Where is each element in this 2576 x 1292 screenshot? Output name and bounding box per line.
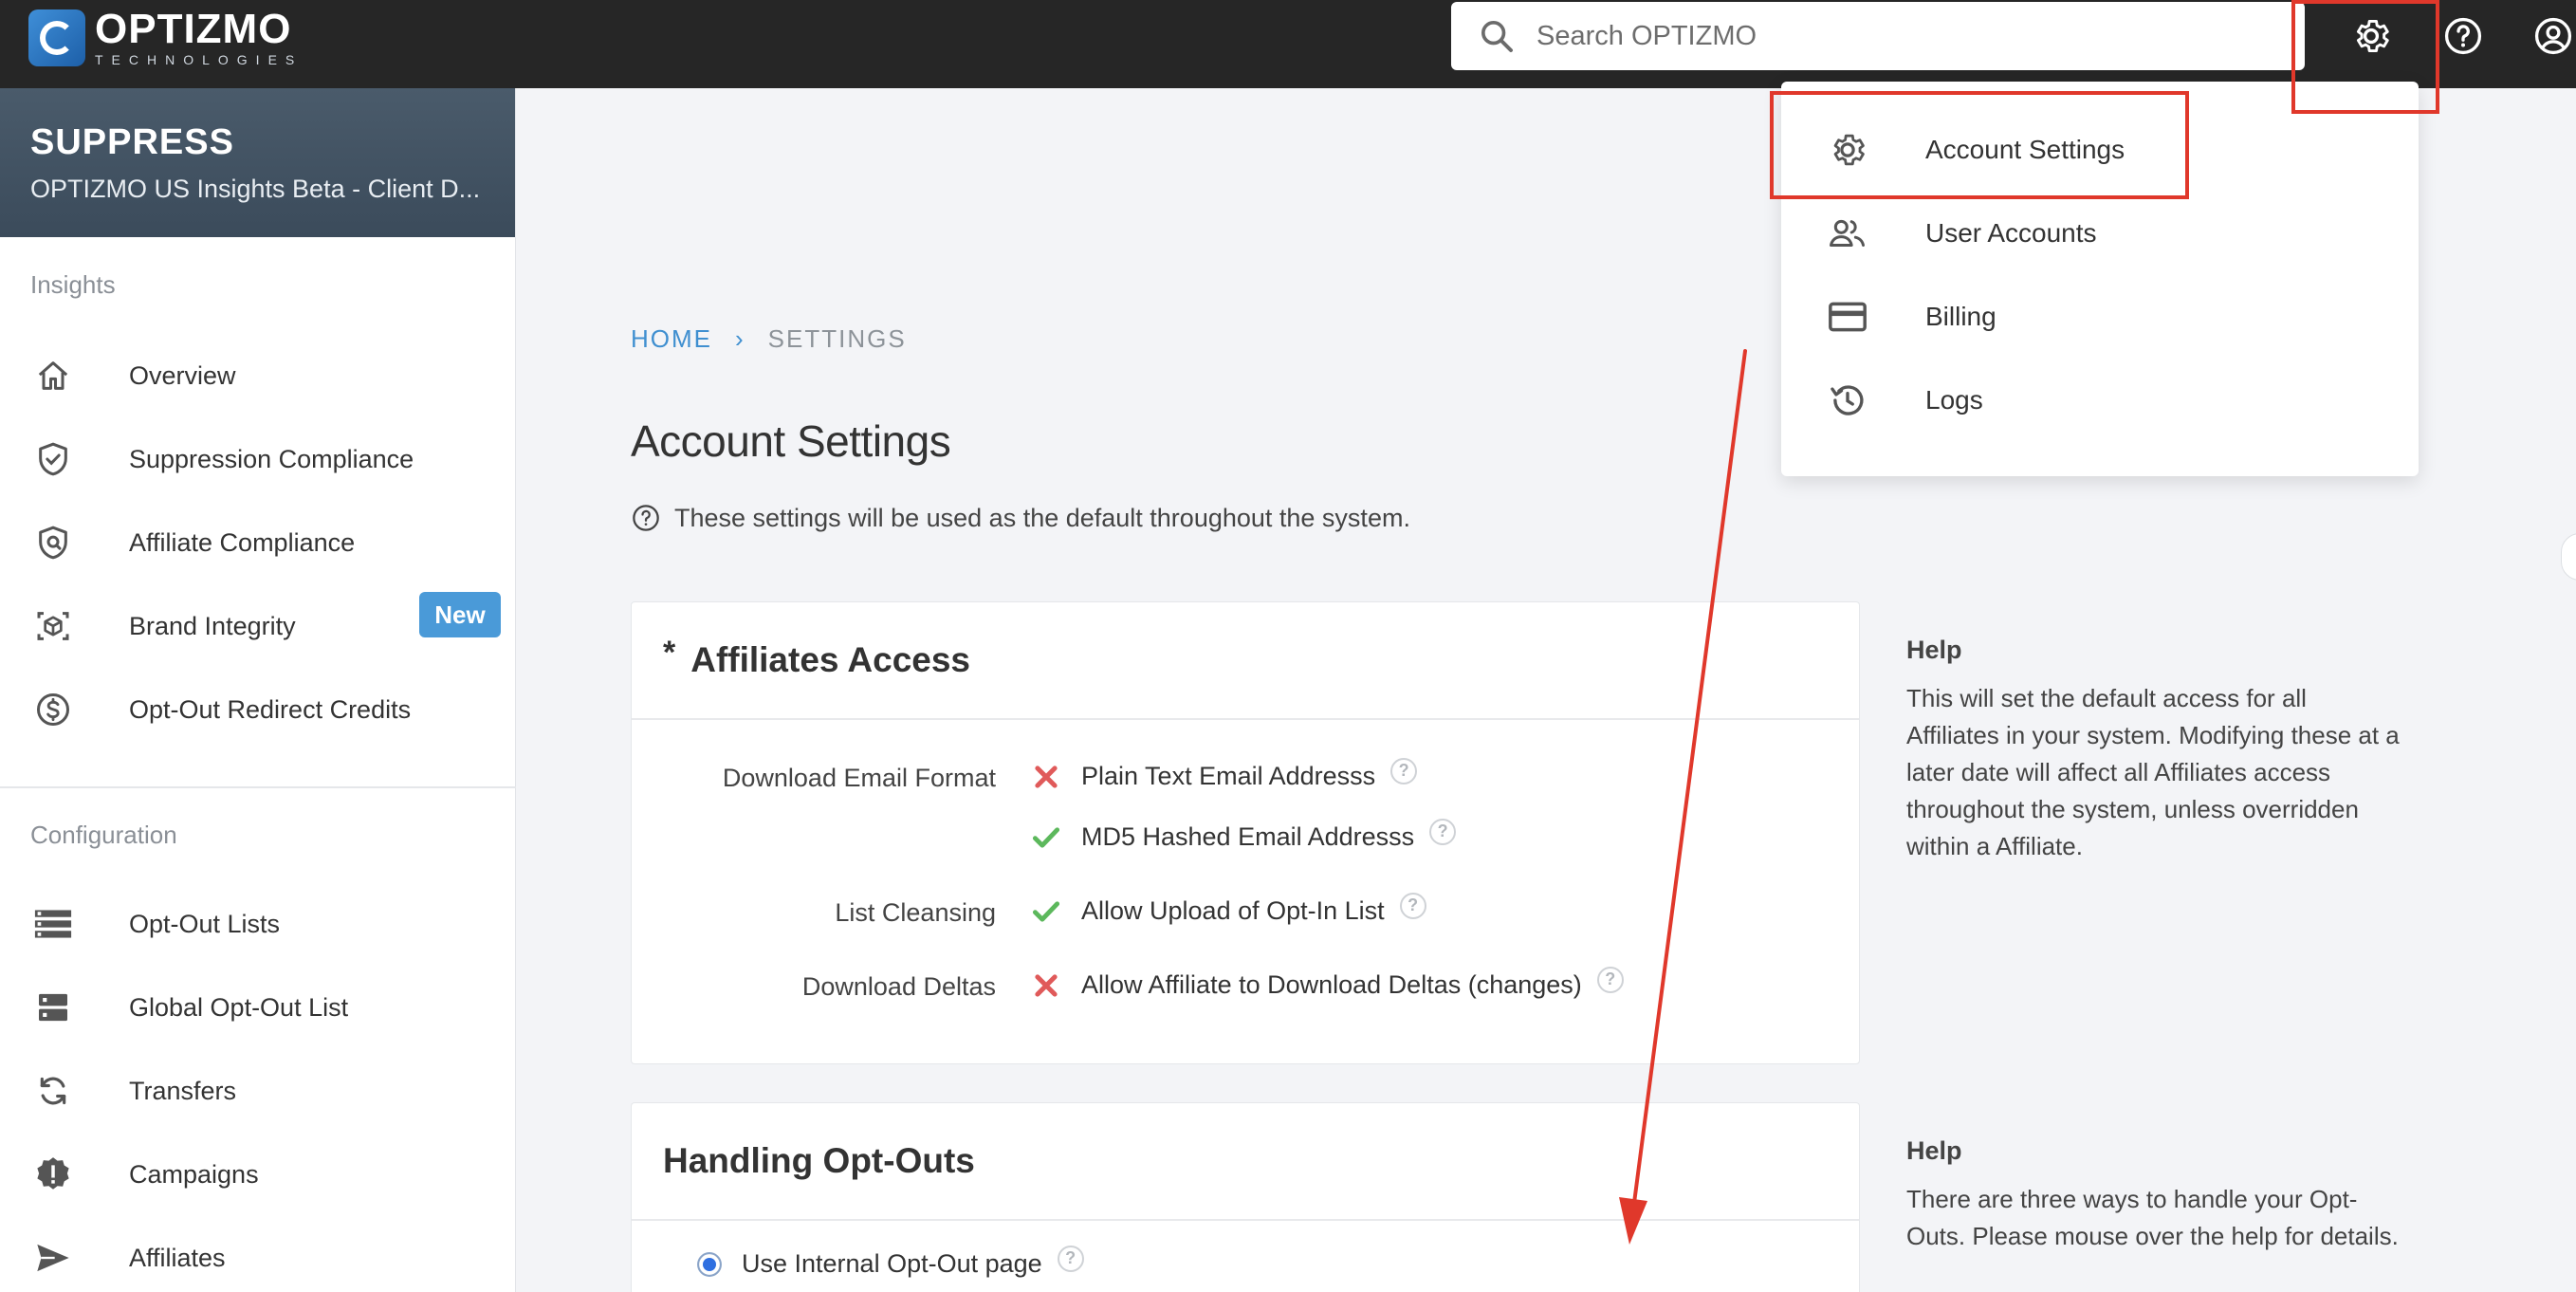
- annotation-arrow: [1619, 349, 1747, 1245]
